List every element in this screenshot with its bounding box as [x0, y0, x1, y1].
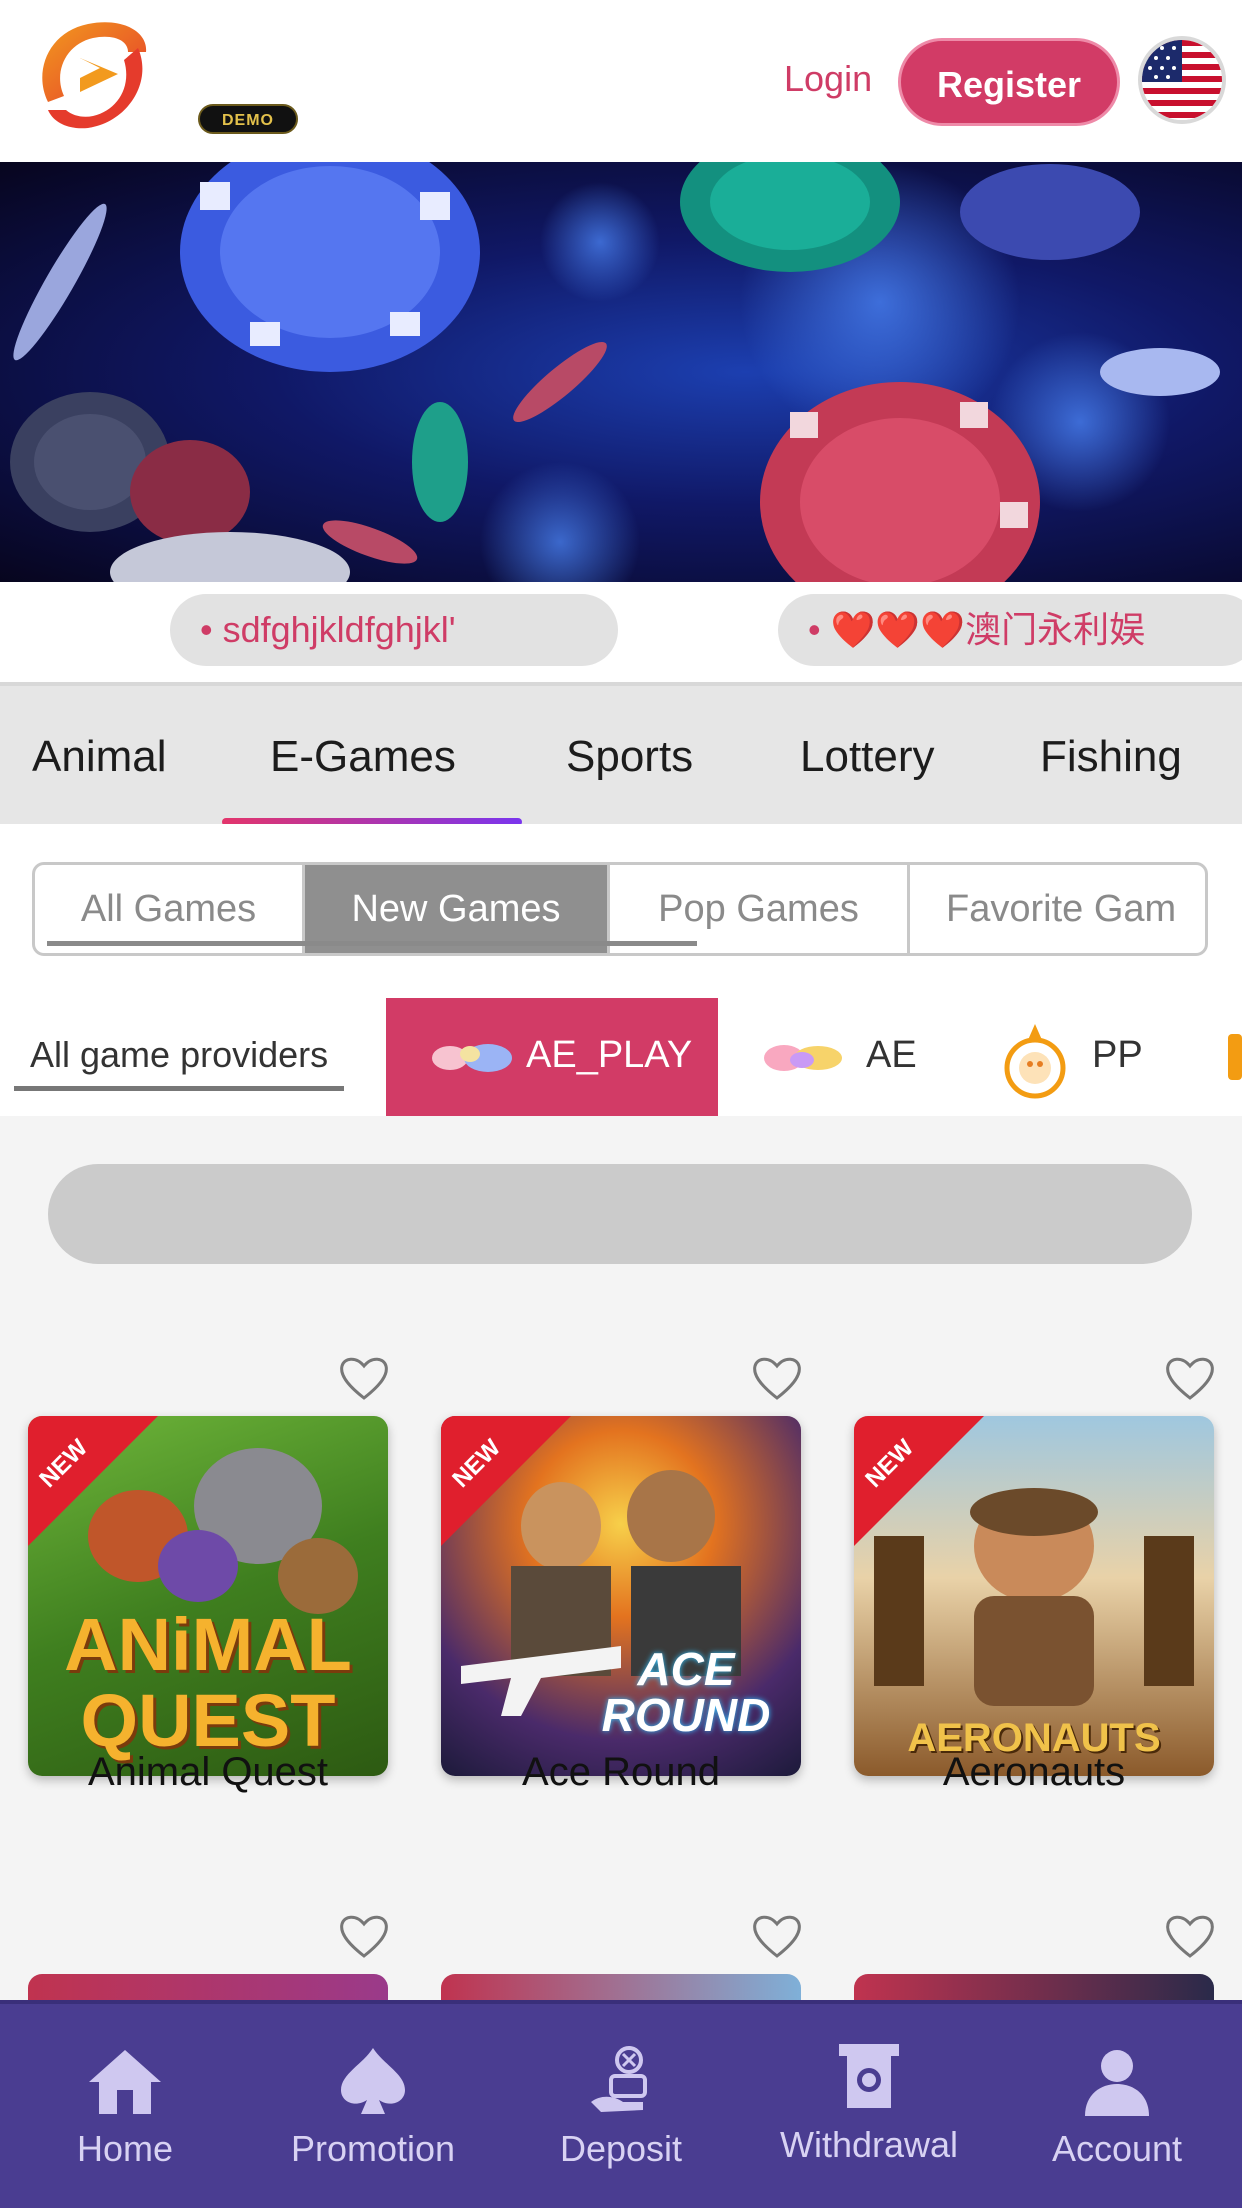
- provider-all-underline: [14, 1086, 344, 1091]
- game-card-animal-quest[interactable]: NEW ANiMAL QUEST Animal Quest: [28, 1354, 388, 1854]
- nav-promotion-label: Promotion: [290, 2128, 456, 2169]
- tab-new-games[interactable]: New Games: [305, 865, 610, 953]
- next-provider-peek[interactable]: [1228, 1034, 1242, 1080]
- filter-underline: [47, 941, 697, 946]
- register-button[interactable]: Register: [898, 38, 1120, 126]
- tab-animal[interactable]: Animal: [32, 732, 167, 782]
- provider-ae-label: AE: [866, 1034, 917, 1076]
- favorite-heart-icon[interactable]: [338, 1912, 390, 1960]
- favorite-heart-icon[interactable]: [1164, 1354, 1216, 1402]
- bottom-nav: Home Promotion Deposit Withdrawal Accoun…: [0, 2000, 1242, 2208]
- provider-ae-play-label: AE_PLAY: [526, 1034, 693, 1076]
- tab-e-games[interactable]: E-Games: [270, 732, 456, 782]
- nav-deposit-label: Deposit: [559, 2128, 683, 2169]
- game-thumbnail[interactable]: NEW AERONAUTS: [854, 1416, 1214, 1776]
- nav-account[interactable]: Account: [1002, 2044, 1232, 2170]
- header: DEMO Login Register: [0, 0, 1242, 162]
- tab-lottery[interactable]: Lottery: [800, 732, 935, 782]
- ae-play-logo-icon: [432, 1044, 512, 1072]
- favorite-heart-icon[interactable]: [751, 1912, 803, 1960]
- nav-promotion[interactable]: Promotion: [258, 2044, 488, 2170]
- tab-sports[interactable]: Sports: [566, 732, 693, 782]
- favorite-heart-icon[interactable]: [338, 1354, 390, 1402]
- us-flag-icon[interactable]: [1138, 36, 1226, 124]
- game-card-partial[interactable]: [854, 1912, 1216, 2004]
- nav-account-label: Account: [1051, 2128, 1183, 2169]
- tab-favorite-games[interactable]: Favorite Gam: [910, 865, 1205, 953]
- brand-logo[interactable]: [28, 12, 158, 140]
- casino-chips-image: [10, 162, 1220, 582]
- home-icon: [89, 2050, 161, 2114]
- game-name[interactable]: Animal Quest: [28, 1750, 388, 1795]
- game-card-partial[interactable]: [28, 1912, 390, 2004]
- game-thumbnail[interactable]: NEW ACE ROUND: [441, 1416, 801, 1776]
- pp-logo-icon: [1004, 1024, 1066, 1099]
- demo-badge: DEMO: [198, 104, 298, 134]
- game-filter-tabs: All Games New Games Pop Games Favorite G…: [32, 862, 1208, 956]
- game-name[interactable]: Ace Round: [441, 1750, 801, 1795]
- tab-fishing[interactable]: Fishing: [1040, 732, 1182, 782]
- nav-withdrawal[interactable]: Withdrawal: [754, 2040, 984, 2166]
- announcement-item[interactable]: • sdfghjkldfghjkl': [170, 594, 618, 666]
- login-link[interactable]: Login: [784, 58, 872, 100]
- favorite-heart-icon[interactable]: [751, 1354, 803, 1402]
- game-logo-text: ANiMAL: [64, 1603, 352, 1686]
- nav-withdrawal-label: Withdrawal: [779, 2124, 959, 2165]
- provider-pp-label: PP: [1092, 1034, 1143, 1076]
- announcement-marquee: • sdfghjkldfghjkl' • ❤️❤️❤️澳门永利娱: [0, 582, 1242, 682]
- page: DEMO Login Register • sdfghjkldfghjkl' •…: [0, 0, 1242, 2208]
- provider-ae[interactable]: AE: [756, 998, 956, 1116]
- game-filter-area: All Games New Games Pop Games Favorite G…: [0, 824, 1242, 994]
- spade-icon: [341, 2048, 405, 2114]
- withdrawal-icon: [839, 2044, 899, 2108]
- game-logo-text: ROUND: [601, 1689, 771, 1741]
- promo-banner[interactable]: [0, 162, 1242, 582]
- search-input[interactable]: [48, 1164, 1192, 1264]
- nav-home-label: Home: [76, 2128, 174, 2169]
- nav-home[interactable]: Home: [10, 2044, 240, 2170]
- nav-deposit[interactable]: Deposit: [506, 2044, 736, 2170]
- provider-filter: All game providers AE_PLAY AE PP: [0, 994, 1242, 1116]
- provider-all[interactable]: All game providers: [30, 1034, 328, 1076]
- favorite-heart-icon[interactable]: [1164, 1912, 1216, 1960]
- category-tabs: Animal E-Games Sports Lottery Fishing: [0, 682, 1242, 826]
- game-card-aeronauts[interactable]: NEW AERONAUTS Aeronauts: [854, 1354, 1214, 1854]
- deposit-icon: [591, 2046, 647, 2112]
- game-card-partial[interactable]: [441, 1912, 803, 2004]
- game-name[interactable]: Aeronauts: [854, 1750, 1214, 1795]
- account-icon: [1085, 2050, 1149, 2116]
- announcement-item[interactable]: • ❤️❤️❤️澳门永利娱: [778, 594, 1242, 666]
- ae-logo-icon: [764, 1045, 842, 1071]
- game-thumbnail[interactable]: NEW ANiMAL QUEST: [28, 1416, 388, 1776]
- search-area: [0, 1116, 1242, 1326]
- tab-pop-games[interactable]: Pop Games: [610, 865, 910, 953]
- tab-all-games[interactable]: All Games: [35, 865, 305, 953]
- provider-pp[interactable]: PP: [1000, 998, 1180, 1116]
- game-card-ace-round[interactable]: NEW ACE ROUND Ace Round: [441, 1354, 801, 1854]
- provider-ae-play[interactable]: AE_PLAY: [386, 998, 718, 1116]
